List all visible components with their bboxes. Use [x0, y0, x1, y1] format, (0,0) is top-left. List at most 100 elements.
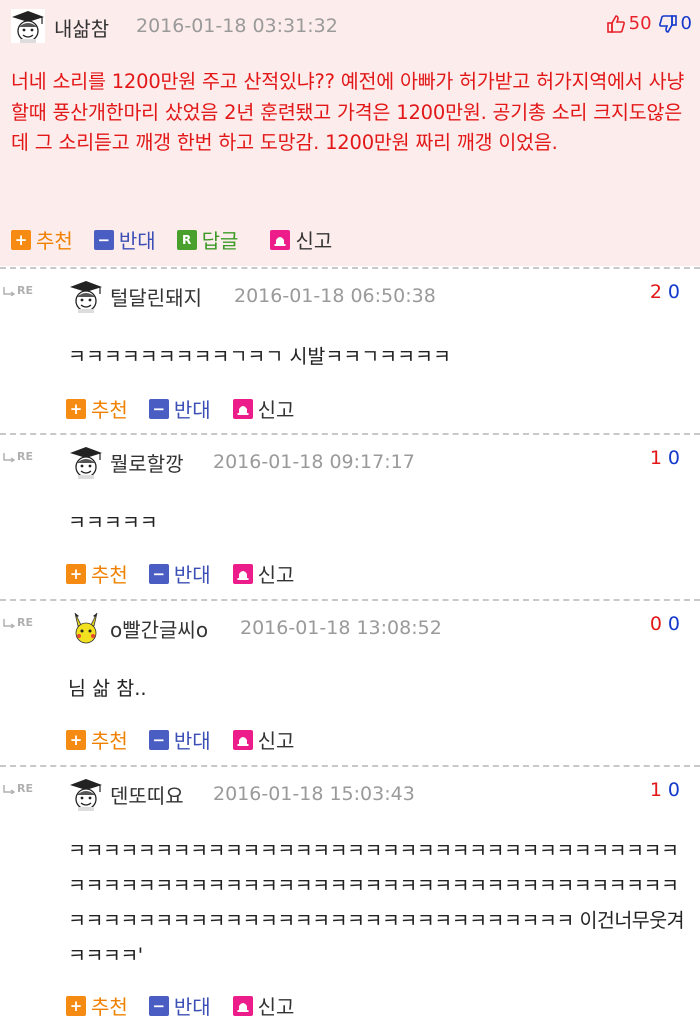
like-count: 0	[649, 613, 662, 635]
comment-date: 2016-01-18 13:08:52	[240, 617, 442, 639]
re-label: RE	[17, 450, 33, 463]
recommend-button[interactable]: + 추천	[11, 225, 73, 254]
oppose-button[interactable]: − 반대	[148, 394, 211, 423]
comment-text: ㅋㅋㅋㅋㅋㅋㅋㅋㅋㅋㅋㅋㅋㅋㅋㅋㅋㅋㅋㅋㅋㅋㅋㅋㅋㅋㅋㅋㅋㅋㅋㅋㅋㅋㅋㅋㅋㅋㅋㅋ…	[68, 839, 685, 967]
report-button[interactable]: 신고	[232, 991, 295, 1020]
reply-comment: RE 뭘로할깡 2016-01-18 09:17:17 10 ㅋㅋㅋㅋㅋ + 추천…	[0, 433, 700, 600]
reply-arrow-icon	[3, 286, 15, 296]
dislike-count: 0	[680, 13, 692, 34]
like-count: 50	[628, 13, 652, 34]
report-label: 신고	[257, 398, 295, 422]
plus-icon: +	[11, 229, 31, 250]
oppose-label: 반대	[173, 995, 211, 1019]
plus-icon: +	[66, 398, 86, 419]
comment-text: 너네 소리를 1200만원 주고 산적있냐?? 예전에 아빠가 허가받고 허가지…	[11, 70, 685, 154]
like-count: 2	[649, 281, 662, 303]
report-button[interactable]: 신고	[232, 559, 295, 588]
author-nickname[interactable]: 덴또띠요	[110, 780, 184, 809]
re-marker: RE	[3, 782, 33, 795]
oppose-label: 반대	[173, 398, 211, 422]
reply-arrow-icon	[3, 784, 15, 794]
avatar[interactable]	[69, 445, 103, 479]
avatar[interactable]	[69, 279, 103, 313]
dislike-count: 0	[667, 447, 680, 469]
re-label: RE	[17, 616, 33, 629]
report-button[interactable]: 신고	[232, 394, 295, 423]
siren-icon	[232, 563, 253, 584]
best-comment: 내삶참 2016-01-18 03:31:32 50 0 너네 소리를 1200…	[0, 0, 700, 266]
vote-counts: 50 0	[606, 13, 692, 34]
reply-arrow-icon	[3, 618, 15, 628]
reply-comment: RE 덴또띠요 2016-01-18 15:03:43 10 ㅋㅋㅋㅋㅋㅋㅋㅋㅋ…	[0, 765, 700, 1027]
plus-icon: +	[66, 995, 86, 1016]
vote-counts: 10	[650, 779, 680, 801]
vote-counts: 10	[650, 447, 680, 469]
oppose-label: 반대	[118, 229, 156, 253]
report-button[interactable]: 신고	[232, 725, 295, 754]
minus-icon: −	[148, 729, 169, 750]
report-label: 신고	[257, 729, 295, 753]
recommend-label: 추천	[91, 398, 128, 422]
oppose-button[interactable]: − 반대	[93, 225, 156, 254]
reply-button[interactable]: R 답글	[176, 225, 238, 254]
recommend-label: 추천	[36, 229, 73, 253]
report-label: 신고	[257, 563, 295, 587]
comment-actions: + 추천 − 반대 신고	[66, 991, 315, 1020]
oppose-button[interactable]: − 반대	[148, 559, 211, 588]
recommend-button[interactable]: + 추천	[66, 559, 128, 588]
recommend-label: 추천	[91, 729, 128, 753]
re-label: RE	[17, 782, 33, 795]
minus-icon: −	[93, 229, 114, 250]
siren-icon	[270, 229, 291, 250]
comment-actions: + 추천 − 반대 신고	[66, 725, 315, 754]
author-nickname[interactable]: 털달린돼지	[110, 282, 202, 311]
recommend-label: 추천	[91, 563, 128, 587]
avatar[interactable]	[69, 777, 103, 811]
siren-icon	[232, 995, 253, 1016]
siren-icon	[232, 398, 253, 419]
author-nickname[interactable]: o빨간글씨o	[110, 614, 208, 643]
comment-actions: + 추천 − 반대 R 답글 신고	[11, 225, 353, 254]
avatar[interactable]	[69, 611, 103, 645]
comment-date: 2016-01-18 06:50:38	[234, 285, 436, 307]
comment-date: 2016-01-18 03:31:32	[136, 15, 338, 37]
recommend-label: 추천	[91, 995, 128, 1019]
comment-text: ㅋㅋㅋㅋㅋㅋㅋㅋㅋㄱㅋㄱ 시발ㅋㅋㄱㅋㅋㅋㅋ	[68, 345, 451, 368]
comment-text: ㅋㅋㅋㅋㅋ	[68, 511, 158, 534]
recommend-button[interactable]: + 추천	[66, 725, 128, 754]
comment-actions: + 추천 − 반대 신고	[66, 394, 315, 423]
report-label: 신고	[295, 229, 333, 253]
like-count: 1	[649, 447, 662, 469]
avatar[interactable]	[11, 9, 45, 43]
comment-date: 2016-01-18 09:17:17	[213, 451, 415, 473]
thumbs-up-icon	[606, 14, 625, 33]
author-nickname[interactable]: 뭘로할깡	[110, 448, 184, 477]
recommend-button[interactable]: + 추천	[66, 394, 128, 423]
oppose-label: 반대	[173, 729, 211, 753]
report-label: 신고	[257, 995, 295, 1019]
vote-counts: 00	[650, 613, 680, 635]
dislike-count: 0	[667, 779, 680, 801]
re-label: RE	[17, 284, 33, 297]
plus-icon: +	[66, 729, 86, 750]
minus-icon: −	[148, 398, 169, 419]
vote-counts: 20	[650, 281, 680, 303]
author-nickname[interactable]: 내삶참	[54, 13, 109, 42]
like-count: 1	[649, 779, 662, 801]
minus-icon: −	[148, 995, 169, 1016]
re-marker: RE	[3, 284, 33, 297]
oppose-button[interactable]: − 반대	[148, 725, 211, 754]
comment-header: 내삶참 2016-01-18 03:31:32 50 0	[0, 0, 700, 52]
plus-icon: +	[66, 563, 86, 584]
reply-arrow-icon	[3, 452, 15, 462]
comment-text: 님 삶 참..	[68, 677, 147, 700]
dislike-count: 0	[667, 613, 680, 635]
comment-actions: + 추천 − 반대 신고	[66, 559, 315, 588]
siren-icon	[232, 729, 253, 750]
reply-comment: RE o빨간글씨o 2016-01-18 13:08:52 00 님 삶 참..…	[0, 599, 700, 766]
thumbs-down-icon	[658, 14, 677, 33]
recommend-button[interactable]: + 추천	[66, 991, 128, 1020]
comment-date: 2016-01-18 15:03:43	[213, 783, 415, 805]
oppose-button[interactable]: − 반대	[148, 991, 211, 1020]
report-button[interactable]: 신고	[270, 225, 332, 254]
